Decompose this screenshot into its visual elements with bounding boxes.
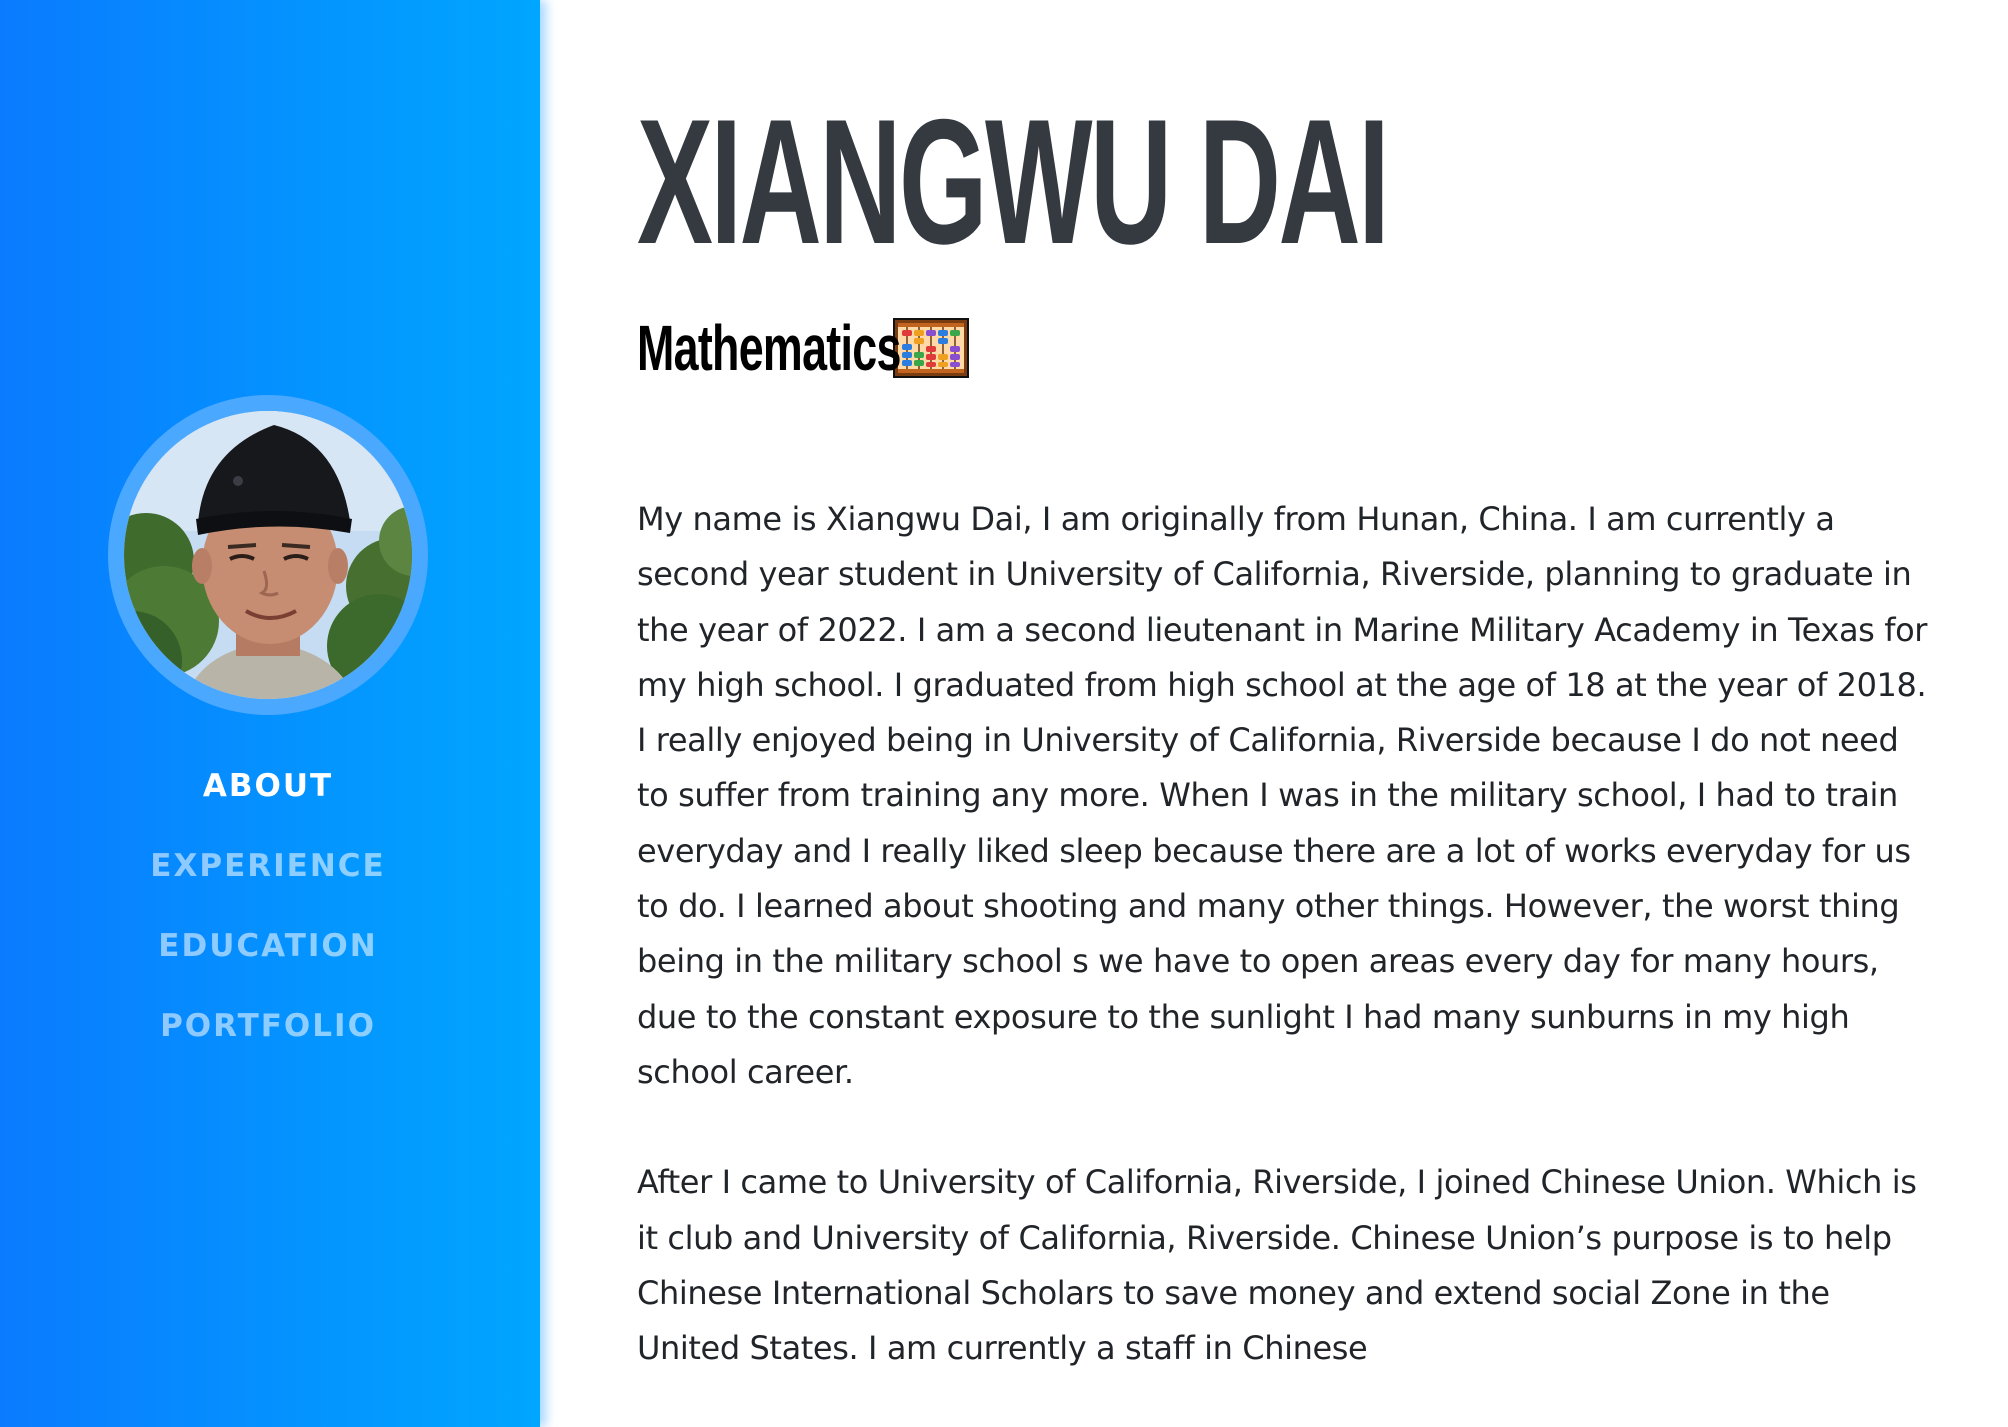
avatar-photo [124, 411, 412, 699]
nav-link-experience[interactable]: EXPERIENCE [150, 848, 385, 884]
sidebar-nav: ABOUT EXPERIENCE EDUCATION PORTFOLIO [0, 738, 536, 1058]
nav-link-portfolio[interactable]: PORTFOLIO [160, 1008, 376, 1044]
sidebar: ABOUT EXPERIENCE EDUCATION PORTFOLIO [0, 0, 540, 1427]
profile-photo-image [124, 411, 412, 699]
bio: My name is Xiangwu Dai, I am originally … [637, 492, 1927, 1427]
bio-paragraph: After I came to University of California… [637, 1163, 1917, 1368]
avatar[interactable] [108, 395, 428, 715]
page-title: XIANGWU DAI [637, 82, 1390, 281]
nav-item-portfolio: PORTFOLIO [0, 978, 536, 1058]
main-content: XIANGWU DAI Mathematics My name is Xiang… [637, 0, 1957, 1427]
subtitle: Mathematics [637, 312, 969, 384]
subtitle-text: Mathematics [637, 312, 901, 384]
abacus-icon [893, 318, 969, 378]
nav-item-education: EDUCATION [0, 898, 536, 978]
bio-paragraph: My name is Xiangwu Dai, I am originally … [637, 500, 1927, 1091]
nav-link-education[interactable]: EDUCATION [158, 928, 377, 964]
nav-link-about[interactable]: ABOUT [203, 768, 333, 804]
nav-item-experience: EXPERIENCE [0, 818, 536, 898]
nav-item-about: ABOUT [0, 738, 536, 818]
